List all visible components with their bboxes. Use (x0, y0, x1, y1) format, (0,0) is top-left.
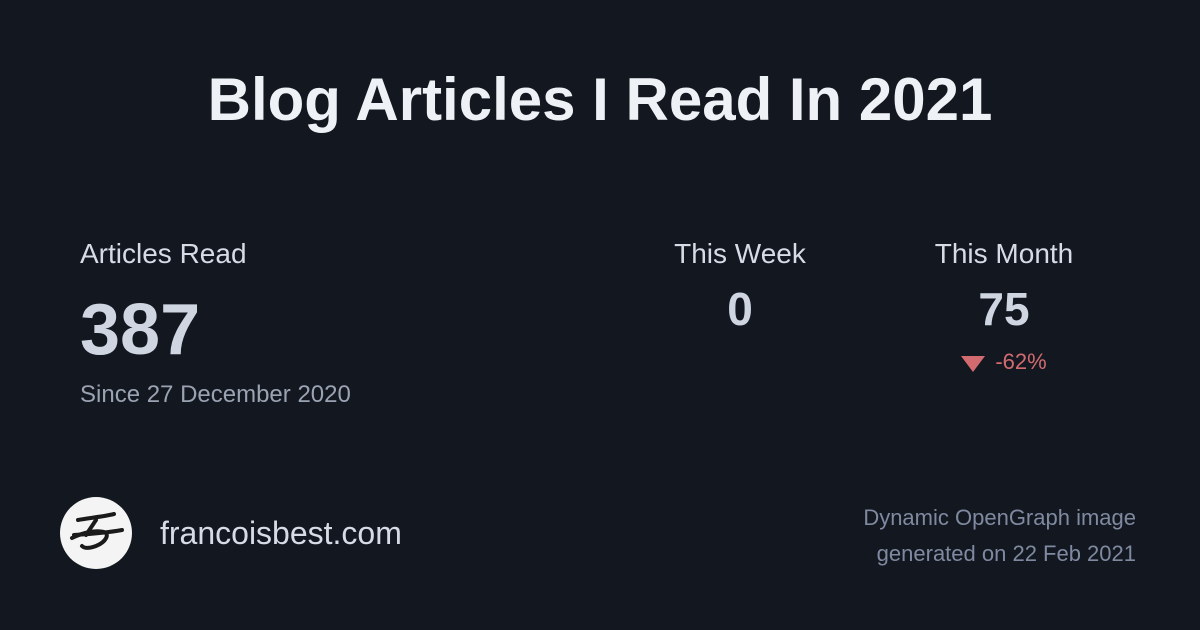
generation-note-line1: Dynamic OpenGraph image (863, 505, 1136, 530)
generation-note-line2: generated on 22 Feb 2021 (876, 541, 1136, 566)
month-change-text: -62% (995, 349, 1047, 374)
articles-read-value: 387 (80, 290, 201, 370)
francois-best-logo-icon (60, 497, 132, 569)
this-week-stat: This Week 0 (610, 236, 870, 336)
page-title: Blog Articles I Read In 2021 (207, 66, 993, 133)
generation-note: Dynamic OpenGraph image generated on 22 … (863, 500, 1136, 572)
triangle-down-icon (961, 356, 986, 372)
site-name[interactable]: francoisbest.com (160, 515, 402, 552)
this-week-label: This Week (674, 238, 806, 269)
month-change-indicator: -62% (874, 348, 1134, 376)
this-month-value: 75 (978, 283, 1030, 335)
articles-since-text: Since 27 December 2020 (80, 381, 351, 408)
this-week-value: 0 (727, 283, 753, 335)
site-branding: francoisbest.com (60, 497, 402, 569)
articles-read-label: Articles Read (80, 238, 247, 269)
this-month-stat: This Month 75 -62% (874, 236, 1134, 376)
this-month-label: This Month (934, 238, 1074, 269)
articles-read-stat: Articles Read 387 Since 27 December 2020 (80, 236, 351, 410)
